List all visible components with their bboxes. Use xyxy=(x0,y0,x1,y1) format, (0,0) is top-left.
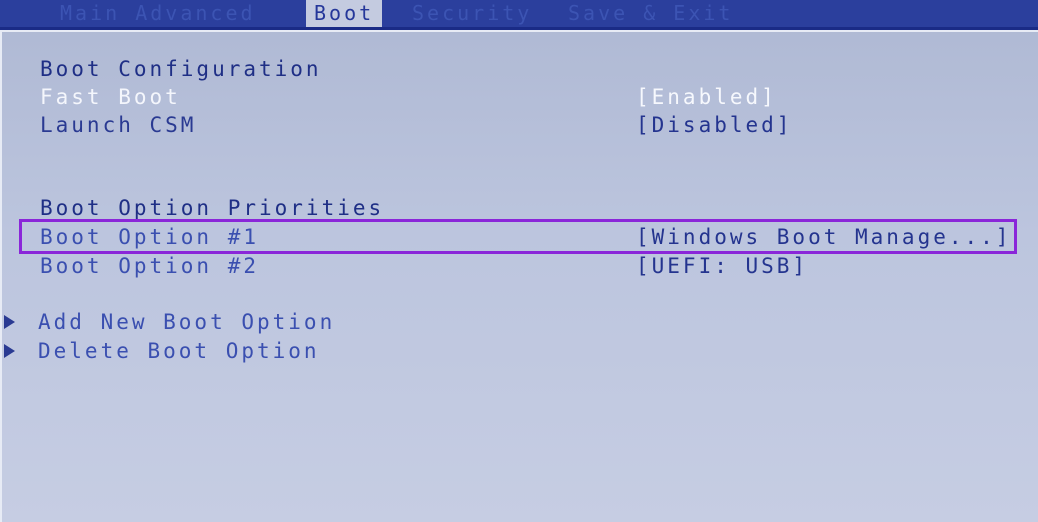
boot-option-1-label[interactable]: Boot Option #1 xyxy=(40,223,259,251)
submenu-arrow-icon xyxy=(4,344,15,358)
fast-boot-label[interactable]: Fast Boot xyxy=(40,83,181,111)
boot-option-1-value[interactable]: [Windows Boot Manage...] xyxy=(636,223,1011,251)
boot-configuration-heading: Boot Configuration xyxy=(40,57,322,81)
boot-option-2-label[interactable]: Boot Option #2 xyxy=(40,252,259,280)
tab-boot[interactable]: Boot xyxy=(306,0,383,27)
tab-security[interactable]: Security xyxy=(404,0,540,27)
launch-csm-value[interactable]: [Disabled] xyxy=(636,111,792,139)
tab-bar: Main Advanced Boot Security Save & Exit xyxy=(0,0,1038,30)
fast-boot-value[interactable]: [Enabled] xyxy=(636,83,777,111)
add-new-boot-option[interactable]: Add New Boot Option xyxy=(38,308,335,336)
delete-boot-option[interactable]: Delete Boot Option xyxy=(38,337,320,365)
boot-option-priorities-heading: Boot Option Priorities xyxy=(40,196,385,220)
boot-option-2-value[interactable]: [UEFI: USB] xyxy=(636,252,808,280)
tab-save-exit[interactable]: Save & Exit xyxy=(560,0,741,27)
bios-setup-screen: Main Advanced Boot Security Save & Exit … xyxy=(0,0,1038,522)
launch-csm-label[interactable]: Launch CSM xyxy=(40,111,196,139)
tab-main-advanced[interactable]: Main Advanced xyxy=(52,0,264,27)
submenu-arrow-icon xyxy=(4,315,15,329)
